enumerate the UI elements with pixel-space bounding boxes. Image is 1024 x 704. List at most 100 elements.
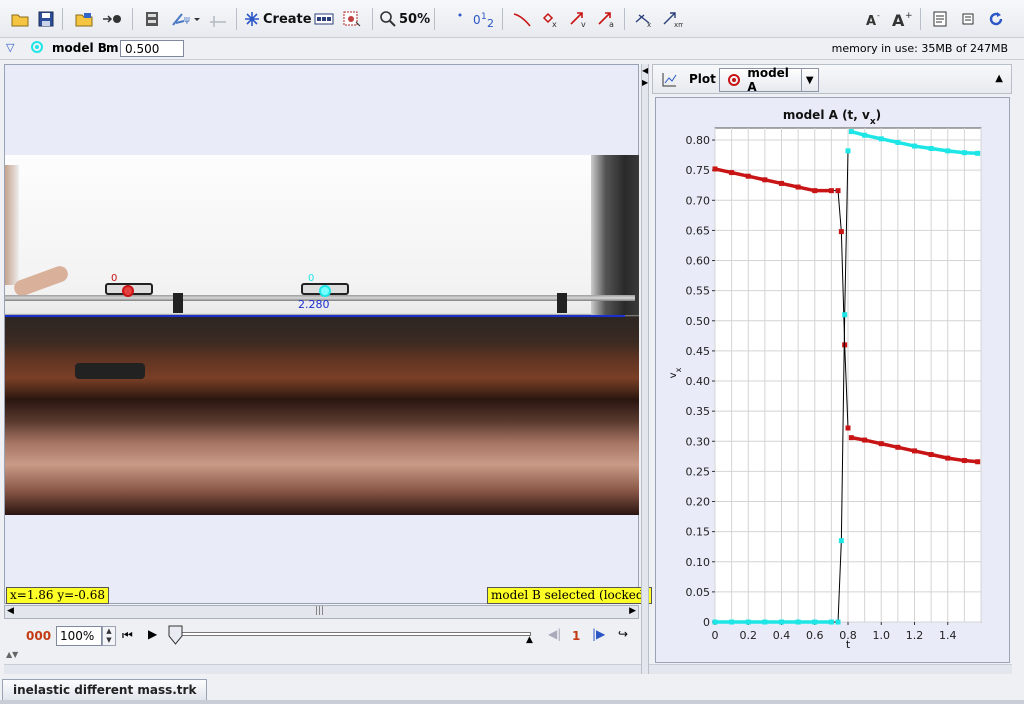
x-tick-label: 1.4	[939, 629, 957, 642]
center-of-mass-icon[interactable]: xm	[660, 7, 684, 31]
tape-measure-icon[interactable]	[206, 7, 230, 31]
data-point	[878, 441, 884, 447]
wall-decoration	[591, 155, 639, 315]
autotracker-icon[interactable]	[340, 7, 364, 31]
plot-icon	[661, 72, 677, 91]
memory-status: memory in use: 35MB of 247MB	[831, 42, 1008, 55]
file-tab[interactable]: inelastic different mass.trk	[2, 679, 208, 701]
rate-field[interactable]: 100%	[56, 626, 102, 646]
scroll-grip-icon[interactable]: |||	[315, 606, 324, 616]
chart[interactable]: model A (t, vx) 00.050.100.150.200.250.3…	[656, 98, 1011, 664]
data-point	[828, 188, 834, 194]
data-point	[712, 166, 718, 172]
data-point	[812, 619, 818, 625]
video-panel[interactable]: 0 0 2.280	[4, 64, 639, 604]
track-post	[173, 293, 183, 313]
data-point	[712, 619, 718, 625]
notes-icon[interactable]	[928, 7, 952, 31]
create-track-button[interactable]: Create	[244, 7, 312, 31]
frame-number[interactable]: 000	[26, 629, 51, 643]
chart-title: model A (t, vx)	[783, 108, 881, 127]
open-video-icon[interactable]	[72, 7, 96, 31]
position-label: 2.280	[298, 298, 330, 311]
scroll-left-icon[interactable]: ◀	[7, 606, 14, 616]
open-icon[interactable]	[8, 7, 32, 31]
y-tick-label: 0.75	[686, 164, 711, 177]
y-axis-label: vx	[668, 367, 683, 378]
vector-sum-icon[interactable]: x	[632, 7, 656, 31]
show-labels-icon[interactable]: 012	[470, 7, 498, 31]
frame-slider[interactable]	[176, 632, 531, 636]
data-point	[961, 150, 967, 156]
svg-text:1: 1	[481, 12, 487, 22]
clip-settings-icon[interactable]	[140, 7, 164, 31]
reset-icon[interactable]: ⏮	[122, 628, 133, 643]
zoom-button[interactable]: 50%	[380, 7, 430, 31]
data-point	[912, 143, 917, 149]
trail-icon[interactable]	[510, 7, 534, 31]
font-smaller-icon[interactable]: A-	[862, 7, 886, 31]
expand-icon[interactable]: ▲▼	[6, 650, 18, 659]
data-point	[779, 180, 784, 186]
slider-thumb[interactable]	[168, 625, 184, 645]
svg-text:A: A	[892, 11, 905, 27]
video-frame[interactable]: 0 0 2.280	[5, 155, 639, 515]
mass-field[interactable]: 0.500	[120, 40, 184, 57]
rate-spinner[interactable]: ▲ ▼	[102, 626, 116, 646]
data-point	[848, 129, 854, 135]
refresh-icon[interactable]	[984, 7, 1008, 31]
splitter-right-icon[interactable]: ▶	[642, 78, 648, 87]
pane-splitter[interactable]: ◀ ▶	[641, 64, 649, 674]
y-tick-label: 0.05	[686, 586, 711, 599]
data-point	[945, 148, 951, 154]
splitter-left-icon[interactable]: ◀	[642, 66, 648, 75]
save-icon[interactable]	[34, 7, 58, 31]
data-point	[835, 619, 841, 625]
coordinate-axes-icon[interactable]: ψ	[168, 7, 202, 31]
dropdown-arrow-icon[interactable]: ▼	[800, 69, 818, 91]
step-forward-icon[interactable]: |▶	[592, 627, 605, 641]
x-tick-label: 1.2	[906, 629, 924, 642]
step-back-icon[interactable]: ◀|	[548, 627, 561, 641]
y-tick-label: 0.20	[686, 496, 711, 509]
x-axis-line[interactable]	[5, 315, 625, 317]
bottom-divider[interactable]	[4, 664, 1012, 674]
tab-strip	[0, 700, 1024, 704]
track-control-icon[interactable]	[312, 7, 336, 31]
svg-text:x: x	[647, 21, 651, 28]
y-tick-label: 0.15	[686, 526, 711, 539]
step-number[interactable]: 1	[572, 629, 580, 643]
end-marker-icon[interactable]: ▲	[526, 635, 533, 645]
properties-icon[interactable]	[956, 7, 980, 31]
data-point	[828, 619, 834, 625]
maximize-icon[interactable]: ▲	[995, 73, 1003, 84]
y-tick-label: 0.10	[686, 556, 711, 569]
data-point	[945, 455, 951, 461]
plot-panel[interactable]: model A (t, vx) 0 0.05 0.10 0.15 0.20 0.25 0.3…	[655, 97, 1010, 663]
show-dots-icon[interactable]	[448, 7, 472, 31]
collapse-arrow-icon[interactable]: ▽	[6, 41, 14, 54]
position-marker-icon[interactable]: x	[538, 7, 562, 31]
velocity-vector-icon[interactable]: v	[566, 7, 590, 31]
svg-text:a: a	[609, 20, 614, 28]
horizontal-scrollbar[interactable]: ◀ ||| ▶	[4, 605, 639, 619]
acceleration-vector-icon[interactable]: a	[594, 7, 618, 31]
model-b-icon	[30, 40, 44, 57]
track-name[interactable]: model B	[52, 41, 107, 55]
track-selector[interactable]: model A ▼	[719, 66, 819, 94]
data-point	[729, 619, 735, 625]
play-icon[interactable]: ▶	[148, 627, 157, 641]
video-properties-icon[interactable]	[100, 7, 124, 31]
plot-label[interactable]: Plot	[689, 72, 716, 86]
data-point	[862, 437, 868, 443]
data-point	[975, 150, 981, 156]
font-larger-icon[interactable]: A +	[890, 7, 914, 31]
data-point	[795, 184, 801, 190]
model-a-marker[interactable]	[122, 285, 134, 297]
model-b-marker[interactable]	[319, 285, 331, 297]
x-tick-label: 0	[712, 629, 719, 642]
loop-icon[interactable]: ↪	[618, 627, 628, 641]
data-point	[895, 139, 901, 145]
scroll-right-icon[interactable]: ▶	[629, 606, 636, 616]
y-tick-label: 0.45	[686, 345, 711, 358]
